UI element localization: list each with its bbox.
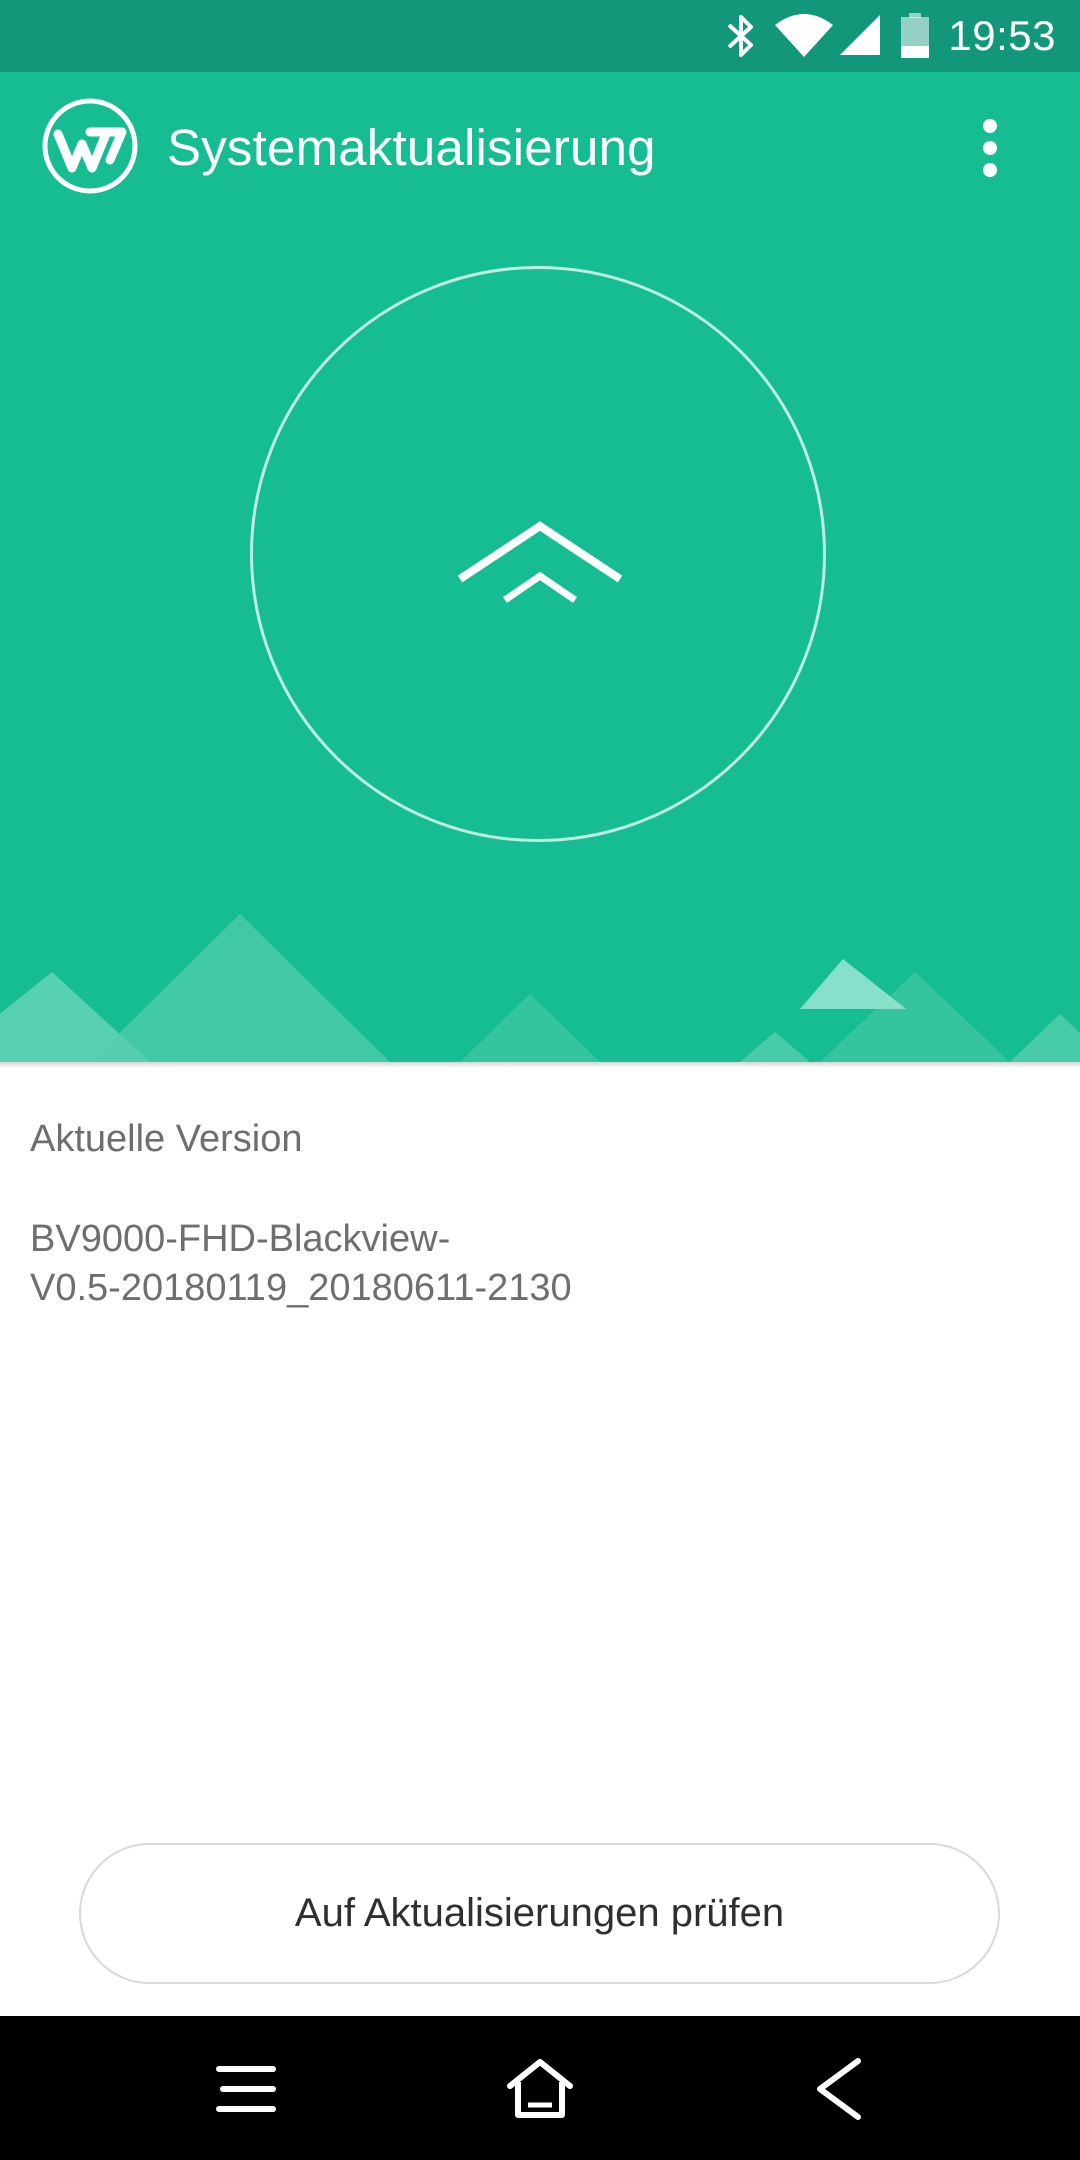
nav-menu-button[interactable] xyxy=(191,2034,301,2144)
check-updates-button[interactable]: Auf Aktualisierungen prüfen xyxy=(79,1843,1000,1984)
version-value: BV9000-FHD-Blackview- V0.5-20180119_2018… xyxy=(30,1218,572,1309)
navigation-bar xyxy=(0,2016,1080,2160)
nav-back-button[interactable] xyxy=(784,2034,894,2144)
cellular-signal-icon xyxy=(840,15,881,55)
status-icons: 19:53 xyxy=(724,0,1080,72)
back-icon xyxy=(817,2058,861,2120)
hero-shadow xyxy=(0,1062,1080,1068)
version-label: Aktuelle Version xyxy=(30,1118,303,1160)
app-bar: Systemaktualisierung xyxy=(0,72,1080,224)
status-time: 19:53 xyxy=(948,12,1056,59)
wifi-icon xyxy=(775,14,834,57)
update-arrow-icon xyxy=(457,521,623,603)
bluetooth-icon xyxy=(728,15,754,57)
page-title: Systemaktualisierung xyxy=(167,119,656,176)
menu-icon xyxy=(216,2066,276,2112)
nav-home-button[interactable] xyxy=(485,2034,595,2144)
update-hero xyxy=(0,224,1080,1062)
app-logo-icon xyxy=(42,98,138,194)
more-vert-icon[interactable] xyxy=(960,112,1020,184)
status-bar: 19:53 xyxy=(0,0,1080,72)
home-icon xyxy=(507,2059,573,2118)
battery-icon xyxy=(901,13,930,58)
